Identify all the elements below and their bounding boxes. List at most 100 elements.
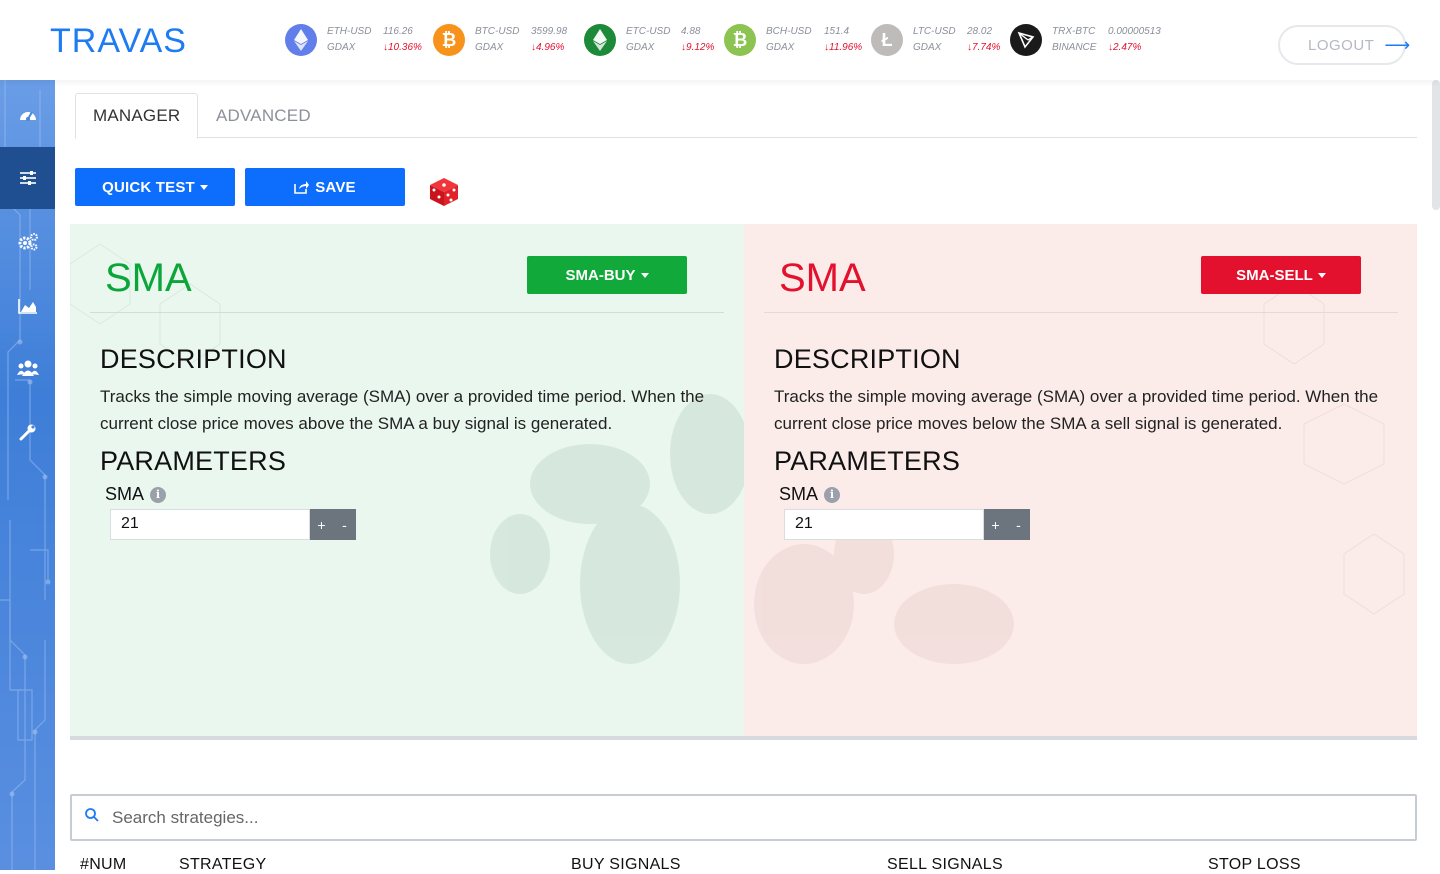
users-icon xyxy=(16,360,39,376)
increment-button[interactable]: + xyxy=(310,509,333,540)
logout-button[interactable]: LOGOUT ⟶ xyxy=(1278,25,1410,65)
litecoin-icon: Ł xyxy=(871,24,903,56)
ticker-pair: LTC-USD xyxy=(913,26,956,37)
gears-icon xyxy=(18,233,38,251)
ticker-price: 4.88 xyxy=(681,26,701,37)
quick-test-button[interactable]: QUICK TEST xyxy=(75,168,235,206)
strategy-search xyxy=(70,794,1417,841)
tab-advanced[interactable]: ADVANCED xyxy=(199,93,328,138)
tron-icon xyxy=(1010,24,1042,56)
sidebar-item-users[interactable] xyxy=(0,337,55,399)
param-label: SMA i xyxy=(779,484,841,505)
decrement-button[interactable]: - xyxy=(333,509,356,540)
description-heading: DESCRIPTION xyxy=(774,344,961,374)
ticker-exchange: GDAX xyxy=(475,42,504,53)
sidebar-item-dashboard[interactable] xyxy=(0,83,55,145)
column-header-stop-loss[interactable]: STOP LOSS xyxy=(1208,856,1301,874)
sell-strategy-title: SMA xyxy=(779,256,866,300)
sma-period-input[interactable]: 21 xyxy=(110,509,310,540)
app-logo[interactable]: TRAVAS xyxy=(50,22,187,61)
ticker-exchange: GDAX xyxy=(766,42,795,53)
sidebar-item-strategies[interactable] xyxy=(0,147,55,209)
ticker-change: ↓11.96% xyxy=(824,42,863,53)
info-icon[interactable]: i xyxy=(824,486,841,503)
increment-button[interactable]: + xyxy=(984,509,1007,540)
ticker-etc-usd[interactable]: ETC-USD GDAX 4.88 ↓9.12% xyxy=(584,22,724,58)
sma-sell-dropdown[interactable]: SMA-SELL xyxy=(1201,256,1361,294)
sliders-icon xyxy=(19,171,36,185)
ticker-change: ↓2.47% xyxy=(1108,42,1142,53)
logout-label: LOGOUT xyxy=(1308,36,1375,54)
ticker-exchange: BINANCE xyxy=(1052,42,1097,53)
description-text: Tracks the simple moving average (SMA) o… xyxy=(774,387,1379,433)
description-text: Tracks the simple moving average (SMA) o… xyxy=(100,387,705,433)
parameters-heading: PARAMETERS xyxy=(100,446,287,476)
ticker-pair: ETC-USD xyxy=(626,26,671,37)
share-icon xyxy=(294,181,310,194)
buy-strategy-panel: SMA SMA-BUY DESCRIPTION Tracks the simpl… xyxy=(70,224,744,737)
param-label-text: SMA xyxy=(779,484,819,504)
caret-down-icon xyxy=(1317,272,1326,278)
page-scrollbar[interactable] xyxy=(1432,80,1440,210)
column-header-sell-signals[interactable]: SELL SIGNALS xyxy=(887,856,1003,874)
caret-down-icon xyxy=(640,272,649,278)
param-label: SMA i xyxy=(105,484,167,505)
ticker-eth-usd[interactable]: ETH-USD GDAX 116.26 ↓10.36% xyxy=(285,22,435,58)
sma-sell-label: SMA-SELL xyxy=(1236,266,1313,284)
ticker-bch-usd[interactable]: ₿ BCH-USD GDAX 151.4 ↓11.96% xyxy=(724,22,869,58)
tab-manager[interactable]: MANAGER xyxy=(75,93,199,139)
ticker-exchange: GDAX xyxy=(913,42,942,53)
decrement-button[interactable]: - xyxy=(1007,509,1030,540)
ticker-price: 116.26 xyxy=(383,26,413,37)
panel-bottom-border xyxy=(70,736,1417,740)
bitcoin-cash-icon: ₿ xyxy=(724,24,756,56)
search-icon xyxy=(85,808,99,822)
info-icon[interactable]: i xyxy=(150,486,167,503)
column-header-buy-signals[interactable]: BUY SIGNALS xyxy=(571,856,681,874)
area-chart-icon xyxy=(17,299,37,314)
ticker-btc-usd[interactable]: ₿ BTC-USD GDAX 3599.98 ↓4.96% xyxy=(433,22,583,58)
param-label-text: SMA xyxy=(105,484,145,504)
sma-buy-dropdown[interactable]: SMA-BUY xyxy=(527,256,687,294)
ticker-change: ↓9.12% xyxy=(681,42,715,53)
ticker-price: 3599.98 xyxy=(531,26,568,37)
save-label: SAVE xyxy=(315,178,356,196)
bitcoin-icon: ₿ xyxy=(433,24,465,56)
dice-icon[interactable] xyxy=(426,173,462,209)
search-input[interactable] xyxy=(112,806,1392,830)
quick-test-label: QUICK TEST xyxy=(102,178,195,196)
sidebar-item-settings[interactable] xyxy=(0,211,55,273)
arrow-right-icon: ⟶ xyxy=(1384,34,1411,55)
tab-bar: MANAGER ADVANCED xyxy=(75,93,1417,139)
ethereum-classic-icon xyxy=(584,24,616,56)
ticker-exchange: GDAX xyxy=(626,42,655,53)
divider xyxy=(764,312,1398,313)
ticker-pair: ETH-USD xyxy=(327,26,372,37)
ticker-change: ↓7.74% xyxy=(967,42,1001,53)
save-button[interactable]: SAVE xyxy=(245,168,405,206)
ticker-trx-btc[interactable]: TRX-BTC BINANCE 0.00000513 ↓2.47% xyxy=(1010,22,1175,58)
ticker-exchange: GDAX xyxy=(327,42,356,53)
sidebar-item-charts[interactable] xyxy=(0,275,55,337)
dashboard-icon xyxy=(19,111,36,121)
sidebar-item-tools[interactable] xyxy=(0,401,55,463)
top-header: TRAVAS ETH-USD GDAX 116.26 ↓10.36% ₿ BTC… xyxy=(0,0,1440,80)
sma-period-input[interactable]: 21 xyxy=(784,509,984,540)
ticker-ltc-usd[interactable]: Ł LTC-USD GDAX 28.02 ↓7.74% xyxy=(871,22,1006,58)
description-heading: DESCRIPTION xyxy=(100,344,287,374)
ethereum-icon xyxy=(285,24,317,56)
ticker-pair: BTC-USD xyxy=(475,26,520,37)
column-header-strategy[interactable]: STRATEGY xyxy=(179,856,266,874)
ticker-change: ↓4.96% xyxy=(531,42,565,53)
ticker-price: 151.4 xyxy=(824,26,850,37)
ticker-pair: BCH-USD xyxy=(766,26,812,37)
caret-down-icon xyxy=(199,184,208,190)
parameters-heading: PARAMETERS xyxy=(774,446,961,476)
wrench-icon xyxy=(19,424,35,441)
buy-strategy-title: SMA xyxy=(105,256,192,300)
sma-buy-label: SMA-BUY xyxy=(565,266,636,284)
ticker-pair: TRX-BTC xyxy=(1052,26,1096,37)
column-header-num[interactable]: #NUM xyxy=(80,856,127,874)
ticker-change: ↓10.36% xyxy=(383,42,422,53)
sell-strategy-panel: SMA SMA-SELL DESCRIPTION Tracks the simp… xyxy=(744,224,1417,737)
